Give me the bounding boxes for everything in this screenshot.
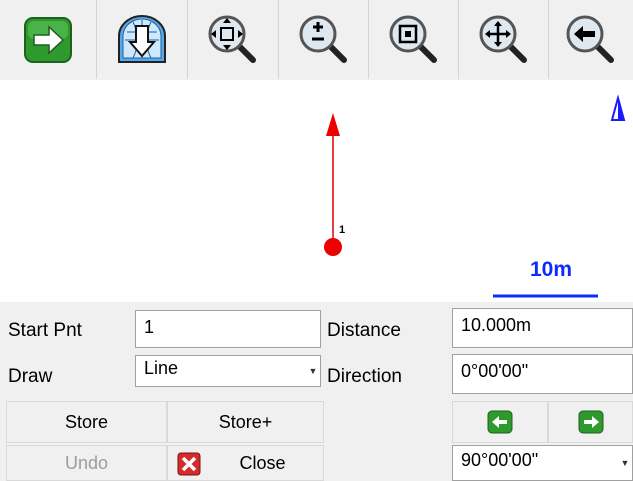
rotate-left-button[interactable] <box>452 401 548 443</box>
green-right-arrow-icon <box>24 16 72 63</box>
store-button[interactable]: Store <box>6 401 167 443</box>
direction-label: Direction <box>327 366 402 387</box>
download-button[interactable] <box>97 0 188 79</box>
map-canvas[interactable]: 1 10m <box>0 80 633 302</box>
chevron-down-icon: ▼ <box>308 366 318 376</box>
point-label: 1 <box>339 224 346 236</box>
draw-label: Draw <box>8 366 53 387</box>
close-button-label: Close <box>239 452 286 473</box>
close-button[interactable]: Close <box>167 445 324 481</box>
zoom-window-icon <box>389 15 437 63</box>
direction-arrowhead <box>326 113 340 136</box>
chevron-down-icon: ▼ <box>620 458 630 468</box>
input-panel: Start Pnt 1 Distance 10.000m Draw Line ▼… <box>0 302 633 481</box>
zoom-previous-button[interactable] <box>549 0 633 79</box>
rotate-right-button[interactable] <box>548 401 633 443</box>
next-arrow-button[interactable] <box>0 0 97 79</box>
zoom-extent-icon <box>208 15 256 63</box>
zoom-in-out-button[interactable] <box>279 0 369 79</box>
angle-select[interactable]: 90°00'00" ▼ <box>452 445 633 481</box>
red-x-icon <box>177 452 201 476</box>
zoom-plus-minus-icon <box>299 15 347 63</box>
start-pnt-field[interactable]: 1 <box>135 310 321 348</box>
north-arrow-icon <box>610 94 626 121</box>
zoom-window-button[interactable] <box>369 0 459 79</box>
toolbar <box>0 0 633 81</box>
distance-label: Distance <box>327 320 401 341</box>
undo-button[interactable]: Undo <box>6 445 167 481</box>
green-left-arrow-icon <box>487 410 513 434</box>
zoom-extent-button[interactable] <box>188 0 279 79</box>
draw-select-value: Line <box>144 358 179 378</box>
green-right-arrow-icon <box>578 410 603 434</box>
start-pnt-label: Start Pnt <box>8 320 82 341</box>
distance-field[interactable]: 10.000m <box>452 308 633 348</box>
direction-field[interactable]: 0°00'00" <box>452 354 633 394</box>
globe-download-icon <box>118 14 166 63</box>
pan-icon <box>479 15 527 63</box>
scale-label: 10m <box>530 258 573 281</box>
angle-select-value: 90°00'00" <box>461 450 539 470</box>
pan-button[interactable] <box>459 0 549 79</box>
store-plus-button[interactable]: Store+ <box>167 401 324 443</box>
draw-select[interactable]: Line ▼ <box>135 355 321 387</box>
start-point <box>324 238 342 256</box>
zoom-back-icon <box>566 15 614 63</box>
